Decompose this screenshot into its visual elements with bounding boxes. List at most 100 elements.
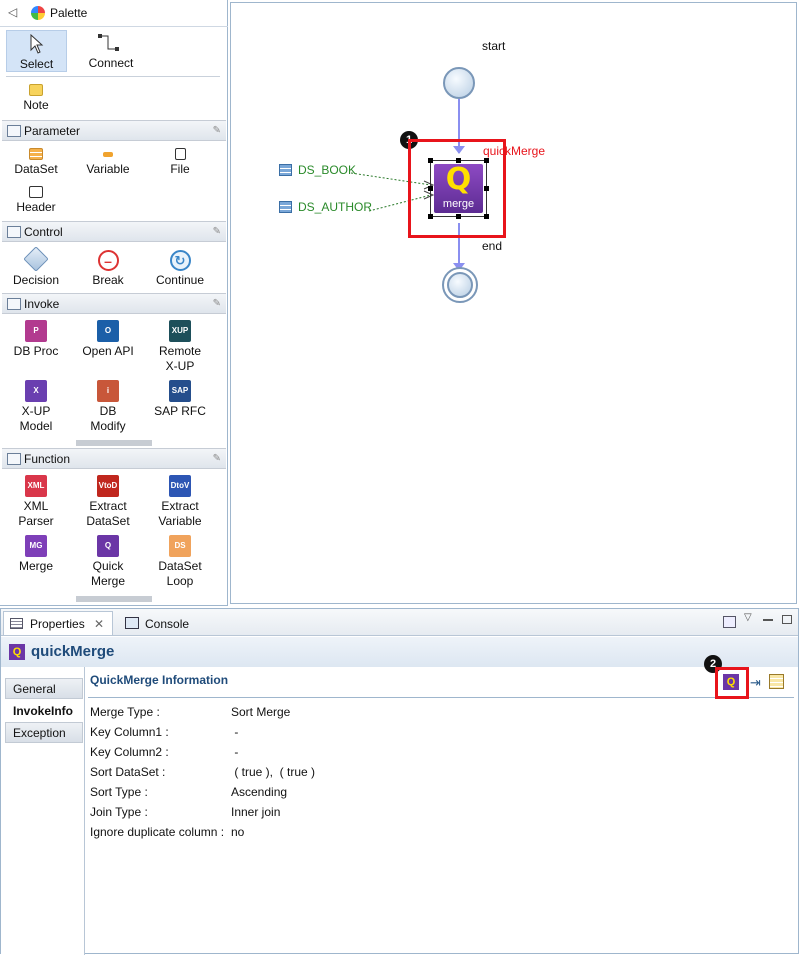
- break-tool[interactable]: – Break: [72, 250, 144, 288]
- section-divider: [88, 697, 794, 698]
- property-label: Sort Type :: [90, 785, 148, 799]
- sap-rfc-icon: SAP: [169, 380, 191, 402]
- maximize-icon[interactable]: [782, 615, 792, 624]
- extract-variable-tool[interactable]: DtoV Extract Variable: [144, 475, 216, 529]
- pin-icon[interactable]: ✎: [213, 125, 221, 136]
- palette-panel: ◁ Palette Select Connect Note Parameter …: [0, 0, 228, 606]
- file-icon: [174, 148, 186, 160]
- db-proc-tool[interactable]: P DB Proc: [0, 320, 72, 359]
- select-tool[interactable]: Select: [6, 30, 67, 72]
- control-drawer-header[interactable]: Control ✎: [2, 221, 226, 242]
- resize-handle[interactable]: [484, 158, 489, 163]
- xml-parser-icon: XML: [25, 475, 47, 497]
- console-icon: [125, 617, 139, 629]
- pin-icon[interactable]: ✎: [213, 226, 221, 237]
- node-title: quickMerge: [483, 144, 546, 158]
- side-tab-exception[interactable]: Exception: [5, 722, 83, 743]
- dataset-loop-tool[interactable]: DS DataSet Loop: [144, 535, 216, 589]
- remote-x-up-icon: XUP: [169, 320, 191, 342]
- dataset-icon: [279, 164, 292, 176]
- xml-parser-tool[interactable]: XML XML Parser: [0, 475, 72, 529]
- pin-icon[interactable]: ✎: [213, 298, 221, 309]
- resize-handle[interactable]: [456, 214, 461, 219]
- select-label: Select: [19, 57, 54, 71]
- close-icon[interactable]: ✕: [94, 617, 104, 631]
- dataset-tool[interactable]: DataSet: [0, 148, 72, 177]
- quickmerge-node[interactable]: Q merge: [434, 162, 483, 213]
- break-label: Break: [92, 273, 124, 287]
- extract-dataset-tool[interactable]: VtoD Extract DataSet: [72, 475, 144, 529]
- invoke-drawer-header[interactable]: Invoke ✎: [2, 293, 226, 314]
- pin-view-icon[interactable]: [723, 616, 736, 628]
- resize-handle[interactable]: [428, 214, 433, 219]
- end-node[interactable]: [442, 267, 478, 303]
- db-modify-icon: i: [97, 380, 119, 402]
- function-drawer-header[interactable]: Function ✎: [2, 448, 226, 469]
- x-up-model-tool[interactable]: X X-UP Model: [0, 380, 72, 434]
- connect-tool[interactable]: Connect: [80, 30, 142, 72]
- quickmerge-sub: merge: [442, 198, 475, 210]
- open-api-tool[interactable]: O Open API: [72, 320, 144, 359]
- note-tool[interactable]: Note: [0, 84, 72, 113]
- property-value: ( true ), ( true ): [231, 765, 316, 779]
- variable-label: Variable: [86, 162, 130, 176]
- note-icon: [29, 84, 43, 96]
- side-tab-invokeinfo[interactable]: InvokeInfo: [5, 700, 83, 721]
- resize-handle[interactable]: [456, 158, 461, 163]
- function-drawer-title: Function: [24, 452, 71, 466]
- property-label: Ignore duplicate column :: [90, 825, 225, 839]
- properties-title-bar: Q quickMerge: [1, 637, 798, 667]
- ds-author-label: DS_AUTHOR: [298, 200, 373, 214]
- resize-handle[interactable]: [428, 186, 433, 191]
- quickmerge-action-icon[interactable]: Q: [723, 674, 739, 690]
- quickmerge-icon: Q: [9, 644, 25, 660]
- export-icon[interactable]: ⇥: [750, 675, 761, 691]
- db-modify-label: DB Modify: [90, 404, 126, 433]
- quick-merge-tool[interactable]: Q Quick Merge: [72, 535, 144, 589]
- quick-merge-label: Quick Merge: [90, 559, 125, 588]
- parameter-drawer-header[interactable]: Parameter ✎: [2, 120, 226, 141]
- sap-rfc-tool[interactable]: SAP SAP RFC: [144, 380, 216, 419]
- property-value: Ascending: [231, 785, 288, 799]
- dataset-label: DataSet: [14, 162, 58, 176]
- resize-handle[interactable]: [484, 186, 489, 191]
- resize-handle[interactable]: [428, 158, 433, 163]
- flow-connections: [350, 99, 465, 271]
- xml-parser-label: XML Parser: [18, 499, 54, 528]
- run-table-icon[interactable]: [769, 674, 784, 689]
- collapse-left-icon[interactable]: ◁: [8, 5, 17, 19]
- resize-handle[interactable]: [484, 214, 489, 219]
- tab-console[interactable]: Console: [118, 611, 198, 635]
- header-tool[interactable]: Header: [0, 186, 72, 215]
- property-value: no: [231, 825, 245, 839]
- side-tab-general[interactable]: General: [5, 678, 83, 699]
- minimize-icon[interactable]: [763, 619, 773, 621]
- arrow-cursor-icon: [30, 34, 44, 54]
- variable-tool[interactable]: Variable: [72, 148, 144, 177]
- invoke-scroll-indicator[interactable]: [76, 440, 152, 446]
- decision-label: Decision: [12, 273, 60, 287]
- quickmerge-node-selection[interactable]: Q merge: [428, 158, 489, 219]
- remote-x-up-tool[interactable]: XUP Remote X-UP: [144, 320, 216, 374]
- merge-tool[interactable]: MG Merge: [0, 535, 72, 574]
- properties-title: quickMerge: [31, 643, 115, 660]
- open-api-label: Open API: [82, 344, 134, 358]
- continue-tool[interactable]: ↻ Continue: [144, 250, 216, 288]
- diagram-canvas[interactable]: start 1 quickMerge Q merge DS_BOOK DS_AU…: [230, 2, 797, 604]
- end-label: end: [482, 239, 503, 253]
- property-value: -: [231, 725, 239, 739]
- db-proc-icon: P: [25, 320, 47, 342]
- note-label: Note: [23, 98, 49, 112]
- decision-tool[interactable]: Decision: [0, 246, 72, 288]
- start-node[interactable]: [443, 67, 475, 99]
- file-tool[interactable]: File: [144, 148, 216, 177]
- property-value: Sort Merge: [231, 705, 291, 719]
- tab-properties[interactable]: Properties ✕: [3, 611, 114, 635]
- view-menu-icon[interactable]: ▽: [744, 612, 752, 623]
- pin-icon[interactable]: ✎: [213, 453, 221, 464]
- variable-icon: [103, 152, 113, 157]
- db-modify-tool[interactable]: i DB Modify: [72, 380, 144, 434]
- function-scroll-indicator[interactable]: [76, 596, 152, 602]
- palette-icon: [31, 6, 45, 20]
- open-api-icon: O: [97, 320, 119, 342]
